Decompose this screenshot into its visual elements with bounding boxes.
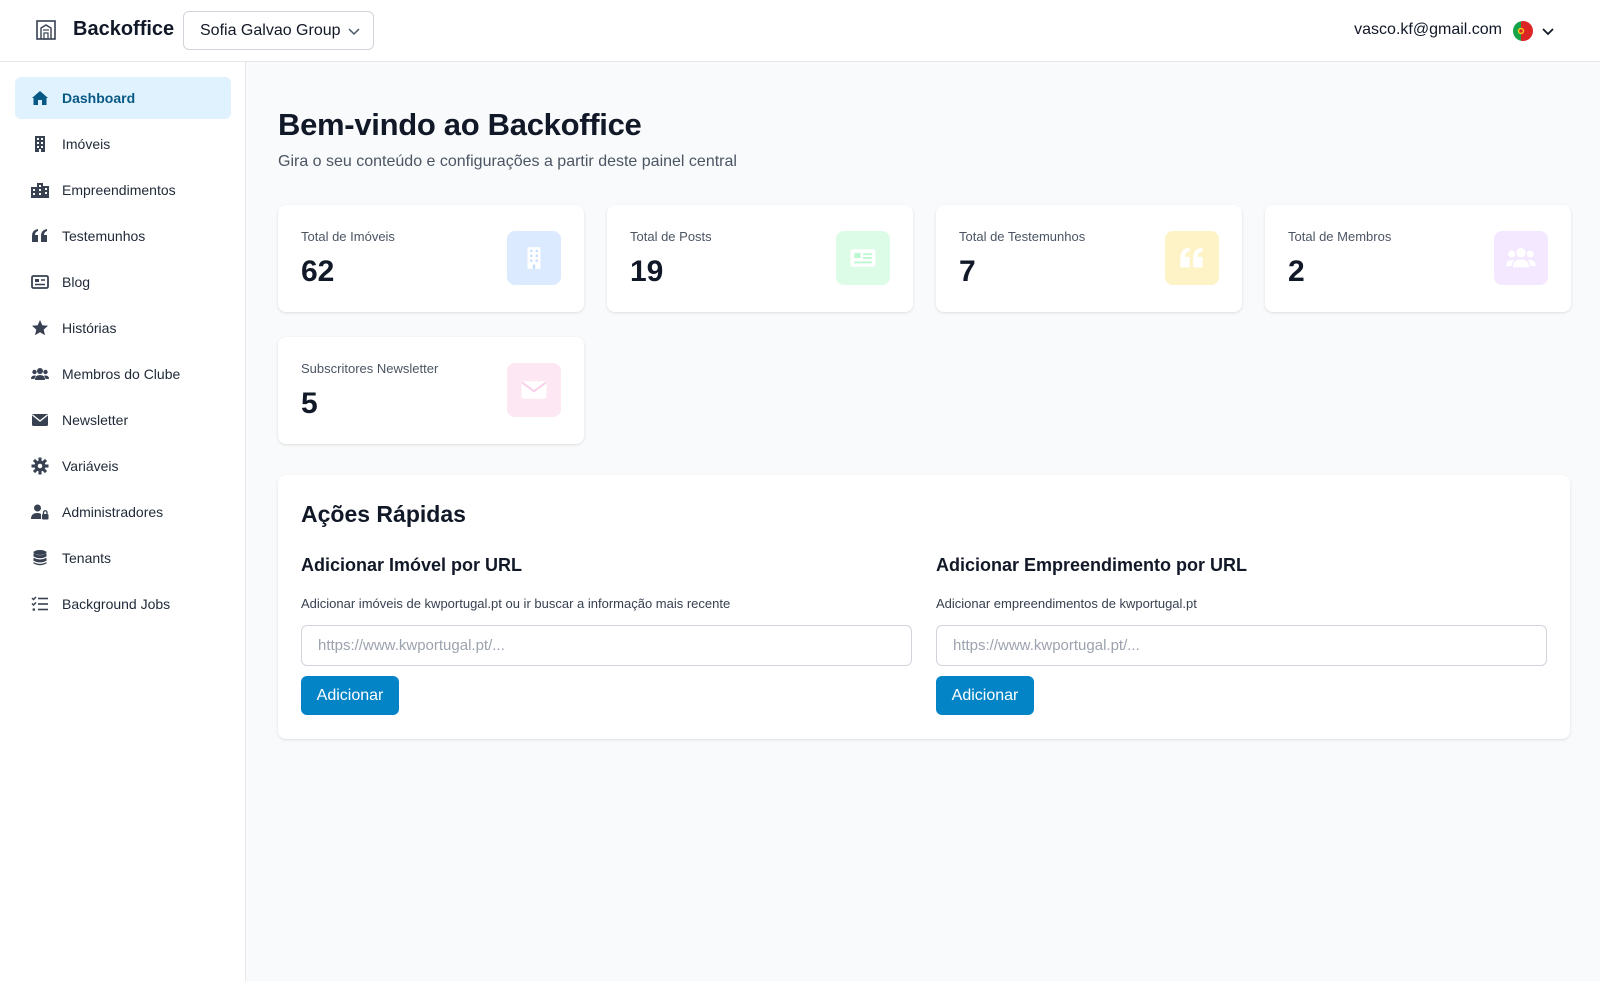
stat-value: 19: [630, 255, 664, 288]
add-development-description: Adicionar empreendimentos de kwportugal.…: [936, 596, 1197, 611]
gear-icon: [31, 457, 49, 475]
newspaper-icon: [31, 275, 49, 289]
stat-card-membros: Total de Membros 2: [1265, 205, 1571, 312]
user-menu-chevron-icon[interactable]: [1541, 24, 1555, 38]
stat-card-testemunhos: Total de Testemunhos 7: [936, 205, 1242, 312]
sidebar-item-label: Variáveis: [62, 458, 119, 474]
chevron-down-icon: [348, 28, 360, 36]
sidebar-item-dashboard[interactable]: Dashboard: [15, 77, 231, 119]
stat-card-posts: Total de Posts 19: [607, 205, 913, 312]
sidebar-item-newsletter[interactable]: Newsletter: [15, 399, 231, 441]
tenant-select[interactable]: Sofia Galvao Group: [183, 11, 374, 50]
tenant-select-value: Sofia Galvao Group: [200, 22, 341, 39]
quick-actions-title: Ações Rápidas: [301, 501, 466, 527]
sidebar-item-label: Imóveis: [62, 136, 111, 152]
star-icon: [32, 320, 48, 336]
stat-value: 7: [959, 255, 976, 288]
property-url-input[interactable]: [301, 625, 912, 666]
stat-label: Total de Imóveis: [301, 229, 395, 244]
stat-value: 5: [301, 387, 318, 420]
users-icon: [31, 368, 49, 380]
page-title: Bem-vindo ao Backoffice: [278, 107, 642, 142]
development-url-input[interactable]: [936, 625, 1547, 666]
sidebar-item-blog[interactable]: Blog: [15, 261, 231, 303]
sidebar-item-label: Histórias: [62, 320, 117, 336]
user-email[interactable]: vasco.kf@gmail.com: [1354, 21, 1502, 39]
user-lock-icon: [31, 504, 49, 520]
brand-title: Backoffice: [73, 18, 175, 40]
building-logo-icon: [36, 20, 56, 40]
sidebar-item-label: Blog: [62, 274, 91, 290]
quote-icon: [32, 229, 47, 242]
stat-label: Total de Posts: [630, 229, 712, 244]
top-header: Backoffice Sofia Galvao Group vasco.kf@g…: [0, 0, 1600, 62]
stat-card-imoveis: Total de Imóveis 62: [278, 205, 584, 312]
sidebar-item-tenants[interactable]: Tenants: [15, 537, 231, 579]
sidebar-item-background-jobs[interactable]: Background Jobs: [15, 583, 231, 625]
stat-label: Subscritores Newsletter: [301, 361, 439, 376]
sidebar-item-historias[interactable]: Histórias: [15, 307, 231, 349]
sidebar: Dashboard Imóveis Empreendimentos Testem…: [0, 62, 246, 981]
building-icon: [35, 136, 45, 152]
stat-value: 62: [301, 255, 335, 288]
add-development-title: Adicionar Empreendimento por URL: [936, 555, 1248, 575]
sidebar-item-label: Testemunhos: [62, 228, 146, 244]
page-subtitle: Gira o seu conteúdo e configurações a pa…: [278, 153, 737, 170]
sidebar-item-variaveis[interactable]: Variáveis: [15, 445, 231, 487]
sidebar-item-empreendimentos[interactable]: Empreendimentos: [15, 169, 231, 211]
home-icon: [32, 91, 48, 105]
sidebar-item-label: Dashboard: [62, 90, 136, 106]
building-icon: [507, 231, 561, 285]
add-property-button[interactable]: Adicionar: [301, 676, 399, 715]
envelope-icon: [507, 363, 561, 417]
stat-label: Total de Testemunhos: [959, 229, 1086, 244]
sidebar-item-imoveis[interactable]: Imóveis: [15, 123, 231, 165]
add-property-title: Adicionar Imóvel por URL: [301, 555, 523, 575]
stat-value: 2: [1288, 255, 1305, 288]
sidebar-item-label: Tenants: [62, 550, 112, 566]
users-icon: [1494, 231, 1548, 285]
quick-actions-panel: Ações Rápidas Adicionar Imóvel por URL A…: [278, 475, 1570, 739]
stat-label: Total de Membros: [1288, 229, 1392, 244]
city-icon: [31, 183, 49, 198]
sidebar-item-label: Membros do Clube: [62, 366, 181, 382]
sidebar-item-label: Empreendimentos: [62, 182, 176, 198]
add-development-button[interactable]: Adicionar: [936, 676, 1034, 715]
sidebar-item-label: Administradores: [62, 504, 164, 520]
add-property-description: Adicionar imóveis de kwportugal.pt ou ir…: [301, 596, 731, 611]
sidebar-item-label: Newsletter: [62, 412, 129, 428]
sidebar-item-label: Background Jobs: [62, 596, 171, 612]
envelope-icon: [32, 414, 48, 426]
stat-card-newsletter: Subscritores Newsletter 5: [278, 337, 584, 444]
quote-icon: [1165, 231, 1219, 285]
database-icon: [33, 550, 47, 566]
portugal-flag-icon[interactable]: [1513, 21, 1533, 41]
sidebar-item-testemunhos[interactable]: Testemunhos: [15, 215, 231, 257]
tasks-icon: [31, 596, 48, 611]
newspaper-icon: [836, 231, 890, 285]
sidebar-item-membros-do-clube[interactable]: Membros do Clube: [15, 353, 231, 395]
sidebar-item-administradores[interactable]: Administradores: [15, 491, 231, 533]
